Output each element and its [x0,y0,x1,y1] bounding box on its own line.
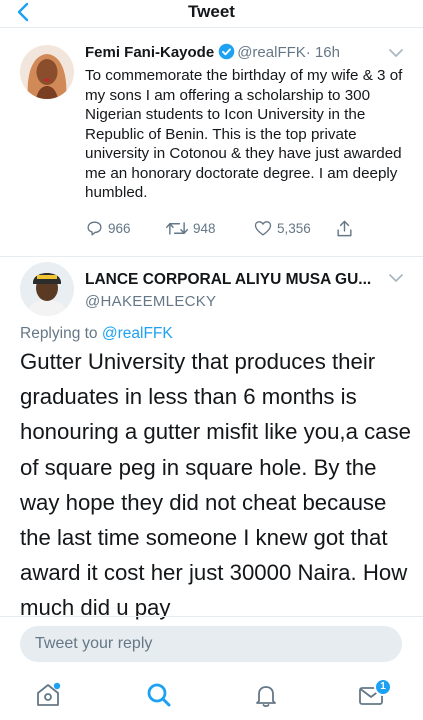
replying-to-link[interactable]: @realFFK [102,325,173,342]
page-title: Tweet [188,2,235,21]
messages-badge: 1 [374,678,392,696]
parent-tweet-header: Femi Fani-Kayode @realFFK· 16h [85,43,385,65]
share-button[interactable] [335,216,358,240]
like-button[interactable]: 5,356 [253,216,311,240]
replying-to-label: Replying to [20,325,98,342]
heart-icon [254,220,272,236]
reply-button[interactable]: 966 [85,216,131,240]
divider [0,616,423,617]
home-icon[interactable] [33,680,63,710]
retweet-count: 948 [193,220,216,236]
reply-icon [87,220,102,236]
reply-count: 966 [108,220,131,236]
avatar[interactable] [20,262,74,316]
author-handle[interactable]: @realFFK [237,44,306,61]
author-name[interactable]: LANCE CORPORAL ALIYU MUSA GU... [85,270,395,290]
reply-input[interactable]: Tweet your reply [20,626,402,662]
search-icon[interactable] [144,680,174,710]
avatar[interactable] [20,45,74,99]
retweet-icon [165,221,189,235]
retweet-button[interactable]: 948 [165,216,216,240]
tweet-actions: 966 948 5,356 [85,216,385,240]
tweet-text: Gutter University that produces their gr… [20,349,411,621]
author-handle[interactable]: @HAKEEMLECKY [85,292,395,312]
tab-bar [0,672,423,720]
parent-tweet[interactable]: Femi Fani-Kayode @realFFK· 16h To commem… [0,29,423,257]
author-name[interactable]: Femi Fani-Kayode [85,44,214,61]
tweet-time: · 16h [305,44,340,61]
reply-input-placeholder: Tweet your reply [35,635,153,652]
verified-badge-icon [218,43,235,60]
replying-to: Replying to @realFFK [20,324,173,344]
top-bar: Tweet [0,0,423,28]
share-icon [337,220,352,236]
reply-tweet-header: LANCE CORPORAL ALIYU MUSA GU... @HAKEEML… [85,270,395,312]
tweet-text: To commemorate the birthday of my wife &… [85,67,403,201]
notifications-icon[interactable] [251,680,281,710]
like-count: 5,356 [277,220,311,236]
chevron-down-icon[interactable] [388,47,404,59]
